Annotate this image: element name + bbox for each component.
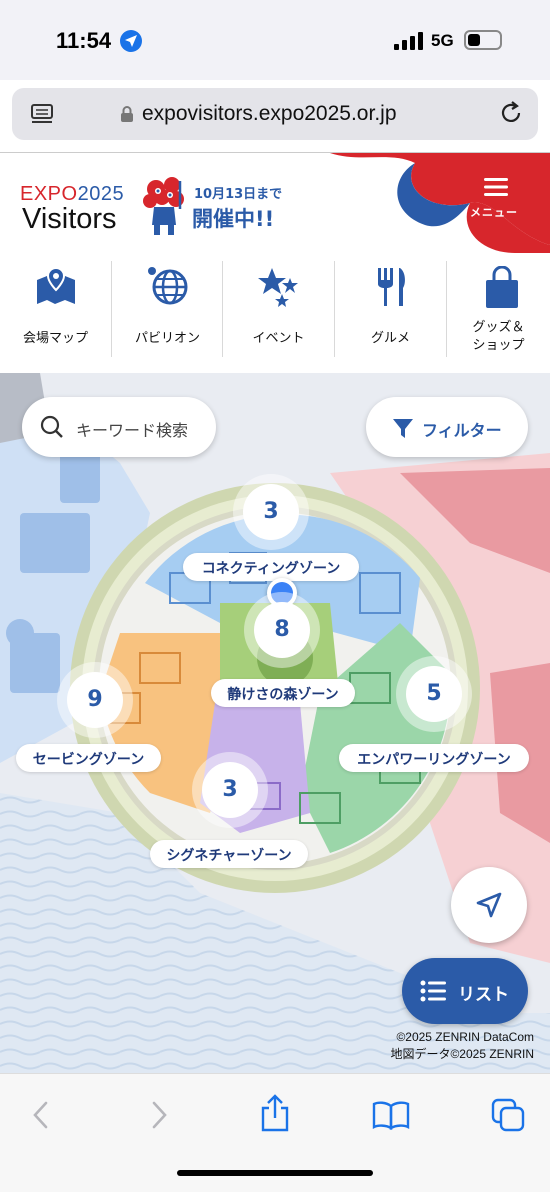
logo-visitors[interactable]: Visitors bbox=[22, 203, 117, 236]
battery-icon bbox=[464, 30, 502, 50]
menu-button-label[interactable]: メニュー bbox=[470, 204, 518, 220]
list-label: リスト bbox=[458, 985, 509, 1005]
reload-icon[interactable] bbox=[498, 100, 524, 126]
nav-label: グッズ＆ ショップ bbox=[472, 320, 525, 353]
date-text: 10月13日まで bbox=[194, 187, 283, 202]
zone-label-forest[interactable]: 静けさの森ゾーン bbox=[211, 679, 355, 707]
shopping-bag-icon bbox=[486, 266, 518, 308]
zone-label-empowering[interactable]: エンパワーリングゾーン bbox=[339, 744, 529, 772]
bookmarks-icon[interactable] bbox=[372, 1100, 410, 1130]
list-button[interactable]: リスト bbox=[402, 958, 528, 1024]
home-indicator bbox=[177, 1170, 373, 1176]
network-type: 5G bbox=[431, 31, 454, 50]
nav-label: パビリオン bbox=[134, 331, 200, 346]
nav-goods-shop[interactable]: グッズ＆ ショップ bbox=[447, 261, 550, 365]
nav-gourmet[interactable]: グルメ bbox=[335, 261, 446, 365]
zone-count-connecting[interactable]: 3 bbox=[243, 484, 299, 540]
nav-pavilions[interactable]: パビリオン bbox=[112, 261, 223, 365]
zone-label-connecting[interactable]: コネクティングゾーン bbox=[183, 553, 359, 581]
status-bar: 11:54 5G bbox=[0, 0, 550, 80]
back-icon[interactable] bbox=[30, 1100, 52, 1130]
zone-count-signature[interactable]: 3 bbox=[202, 762, 258, 818]
nav-label: グルメ bbox=[370, 331, 410, 346]
zone-count-forest[interactable]: 8 bbox=[254, 602, 310, 658]
search-icon bbox=[40, 415, 63, 438]
zone-label-saving[interactable]: セービングゾーン bbox=[16, 744, 161, 772]
address-bar[interactable]: expovisitors.expo2025.or.jp bbox=[12, 88, 538, 140]
search-input[interactable]: キーワード検索 bbox=[22, 397, 216, 457]
globe-icon bbox=[148, 267, 188, 305]
tabs-icon[interactable] bbox=[491, 1098, 525, 1132]
nav-label: イベント bbox=[252, 331, 305, 346]
location-arrow-icon bbox=[120, 30, 142, 52]
filter-icon bbox=[393, 419, 413, 438]
locate-me-button[interactable] bbox=[451, 867, 527, 943]
site-header: EXPO2025 Visitors 10月13日まで 開催中!! メニュー bbox=[0, 153, 550, 253]
mascot-icon bbox=[143, 177, 184, 235]
hamburger-icon[interactable] bbox=[484, 177, 508, 197]
search-placeholder: キーワード検索 bbox=[76, 421, 189, 440]
zone-label-signature[interactable]: シグネチャーゾーン bbox=[150, 840, 308, 868]
map-pin-icon bbox=[37, 266, 75, 304]
venue-map[interactable]: キーワード検索 フィルター 3 コネクティングゾーン 8 静けさの森ゾーン 9 … bbox=[0, 373, 550, 1073]
filter-button[interactable]: フィルター bbox=[366, 397, 528, 457]
zone-count-saving[interactable]: 9 bbox=[67, 672, 123, 728]
share-icon[interactable] bbox=[259, 1094, 291, 1132]
nav-events[interactable]: イベント bbox=[223, 261, 334, 365]
reader-mode-icon[interactable] bbox=[30, 102, 54, 126]
list-icon bbox=[420, 980, 446, 1002]
nav-venue-map[interactable]: 会場マップ bbox=[0, 261, 111, 365]
signal-icon bbox=[394, 32, 423, 50]
header-decoration bbox=[330, 153, 550, 253]
category-nav: 会場マップ パビリオン イベント グルメ グッズ＆ ショップ bbox=[0, 253, 550, 373]
fork-knife-icon bbox=[378, 268, 405, 306]
map-copyright: ©2025 ZENRIN DataCom 地図データ©2025 ZENRIN bbox=[390, 1030, 534, 1061]
forward-icon[interactable] bbox=[148, 1100, 170, 1130]
filter-label: フィルター bbox=[422, 421, 502, 440]
url-text[interactable]: expovisitors.expo2025.or.jp bbox=[142, 102, 397, 126]
zone-count-empowering[interactable]: 5 bbox=[406, 666, 462, 722]
nav-label: 会場マップ bbox=[22, 331, 88, 346]
status-time: 11:54 bbox=[56, 28, 112, 53]
navigation-arrow-icon bbox=[476, 892, 502, 918]
open-status-text: 開催中!! bbox=[192, 207, 275, 231]
lock-icon bbox=[121, 106, 133, 122]
stars-icon bbox=[258, 268, 298, 307]
